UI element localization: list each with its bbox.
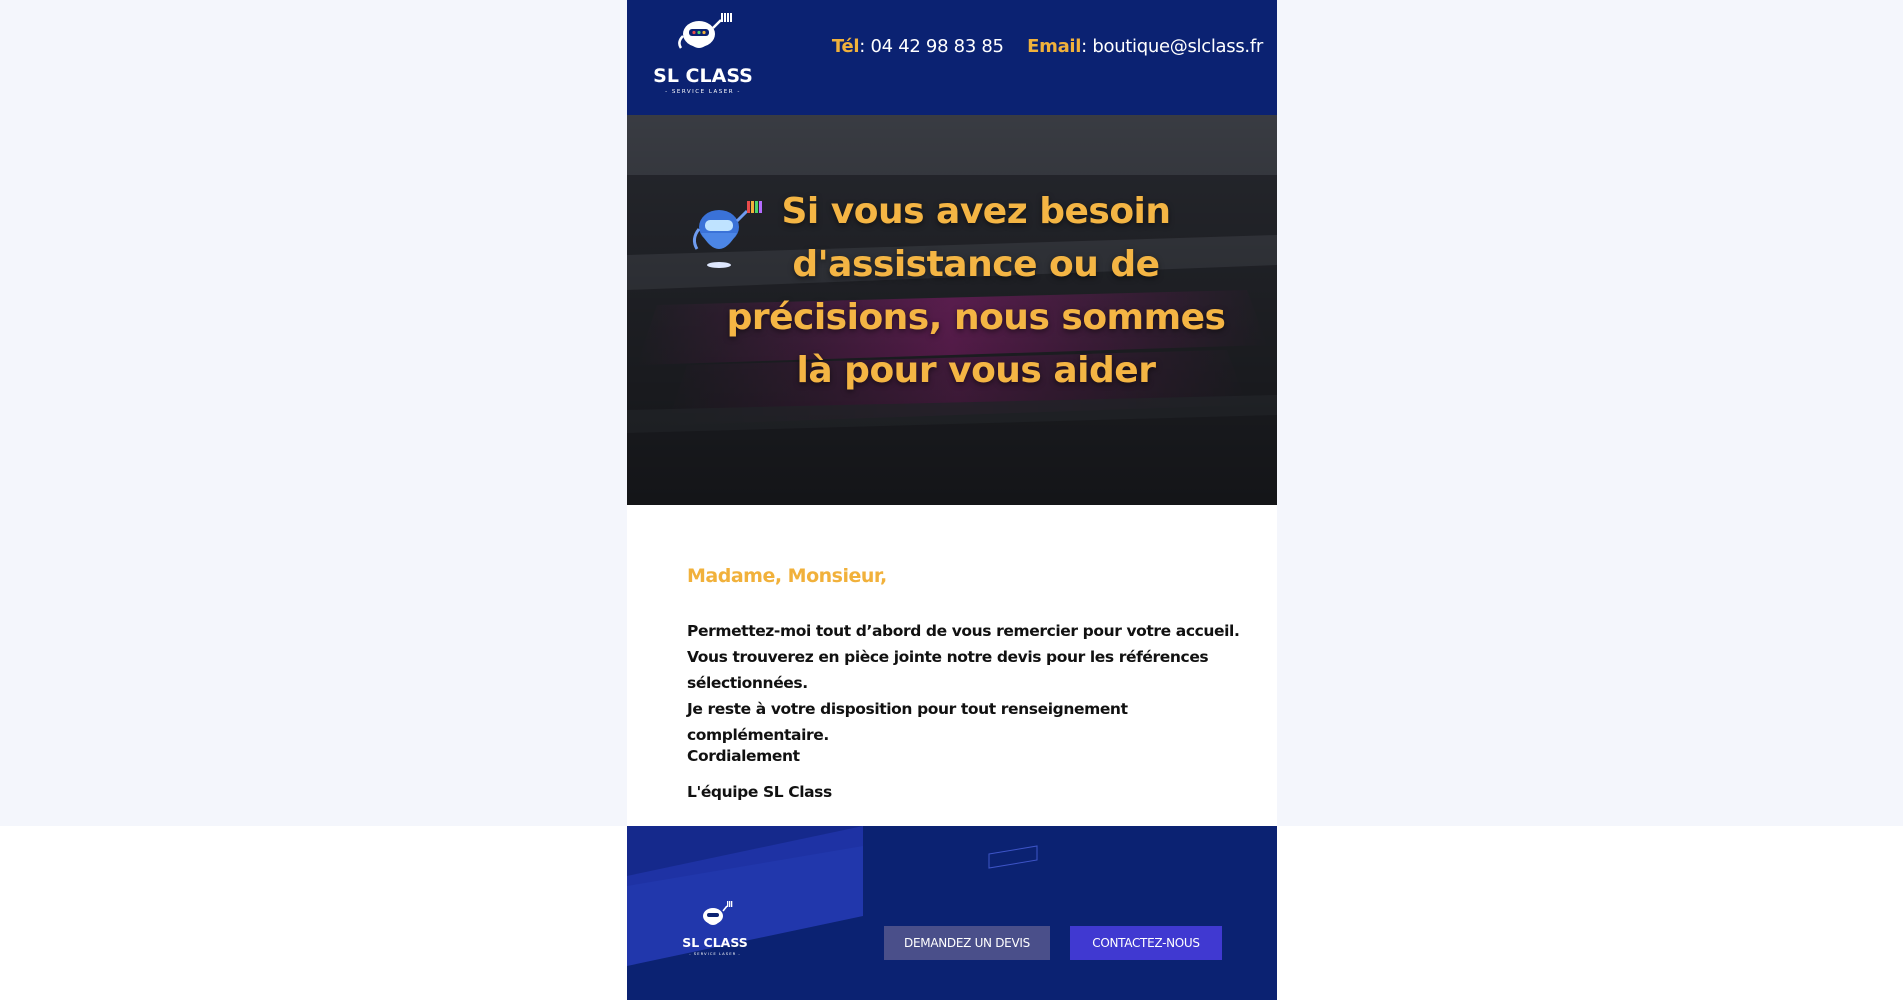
logo-wordmark: SL CLASS	[653, 65, 753, 87]
robot-logo-icon	[703, 901, 733, 925]
message-body: Madame, Monsieur, Permettez-moi tout d’a…	[627, 505, 1277, 826]
closing: Cordialement	[687, 747, 800, 765]
signature: L'équipe SL Class	[687, 783, 832, 801]
request-quote-button[interactable]: DEMANDEZ UN DEVIS	[884, 926, 1050, 960]
email-value[interactable]: : boutique@slclass.fr	[1081, 36, 1263, 57]
contact-us-button[interactable]: CONTACTEZ-NOUS	[1070, 926, 1222, 960]
contact-info: Tél: 04 42 98 83 85 Email: boutique@slcl…	[832, 36, 1263, 57]
header: SL CLASS - SERVICE LASER - Tél: 04 42 98…	[627, 0, 1277, 115]
logo-tagline: - SERVICE LASER -	[665, 89, 741, 95]
email-label: Email	[1027, 36, 1082, 57]
hero-banner: Si vous avez besoin d'assistance ou de p…	[627, 115, 1277, 505]
hero-title: Si vous avez besoin d'assistance ou de p…	[726, 191, 1226, 391]
greeting: Madame, Monsieur,	[687, 565, 887, 587]
phone-label: Tél	[831, 36, 860, 57]
message-paragraph: Permettez-moi tout d’abord de vous remer…	[687, 618, 1247, 748]
sl-class-logo[interactable]: SL CLASS - SERVICE LASER -	[643, 12, 763, 98]
footer-logo-tagline: - SERVICE LASER -	[689, 951, 741, 956]
footer-logo[interactable]: SL CLASS - SERVICE LASER -	[677, 901, 753, 959]
message-line: Je reste à votre disposition pour tout r…	[687, 700, 1128, 744]
footer-logo-wordmark: SL CLASS	[682, 935, 748, 950]
message-line: Permettez-moi tout d’abord de vous remer…	[687, 622, 1240, 640]
robot-logo-icon	[678, 13, 732, 49]
phone-value[interactable]: : 04 42 98 83 85	[859, 36, 1004, 57]
footer: SL CLASS - SERVICE LASER - DEMANDEZ UN D…	[627, 826, 1277, 1000]
message-line: Vous trouverez en pièce jointe notre dev…	[687, 648, 1209, 692]
email-container: SL CLASS - SERVICE LASER - Tél: 04 42 98…	[627, 0, 1277, 1000]
